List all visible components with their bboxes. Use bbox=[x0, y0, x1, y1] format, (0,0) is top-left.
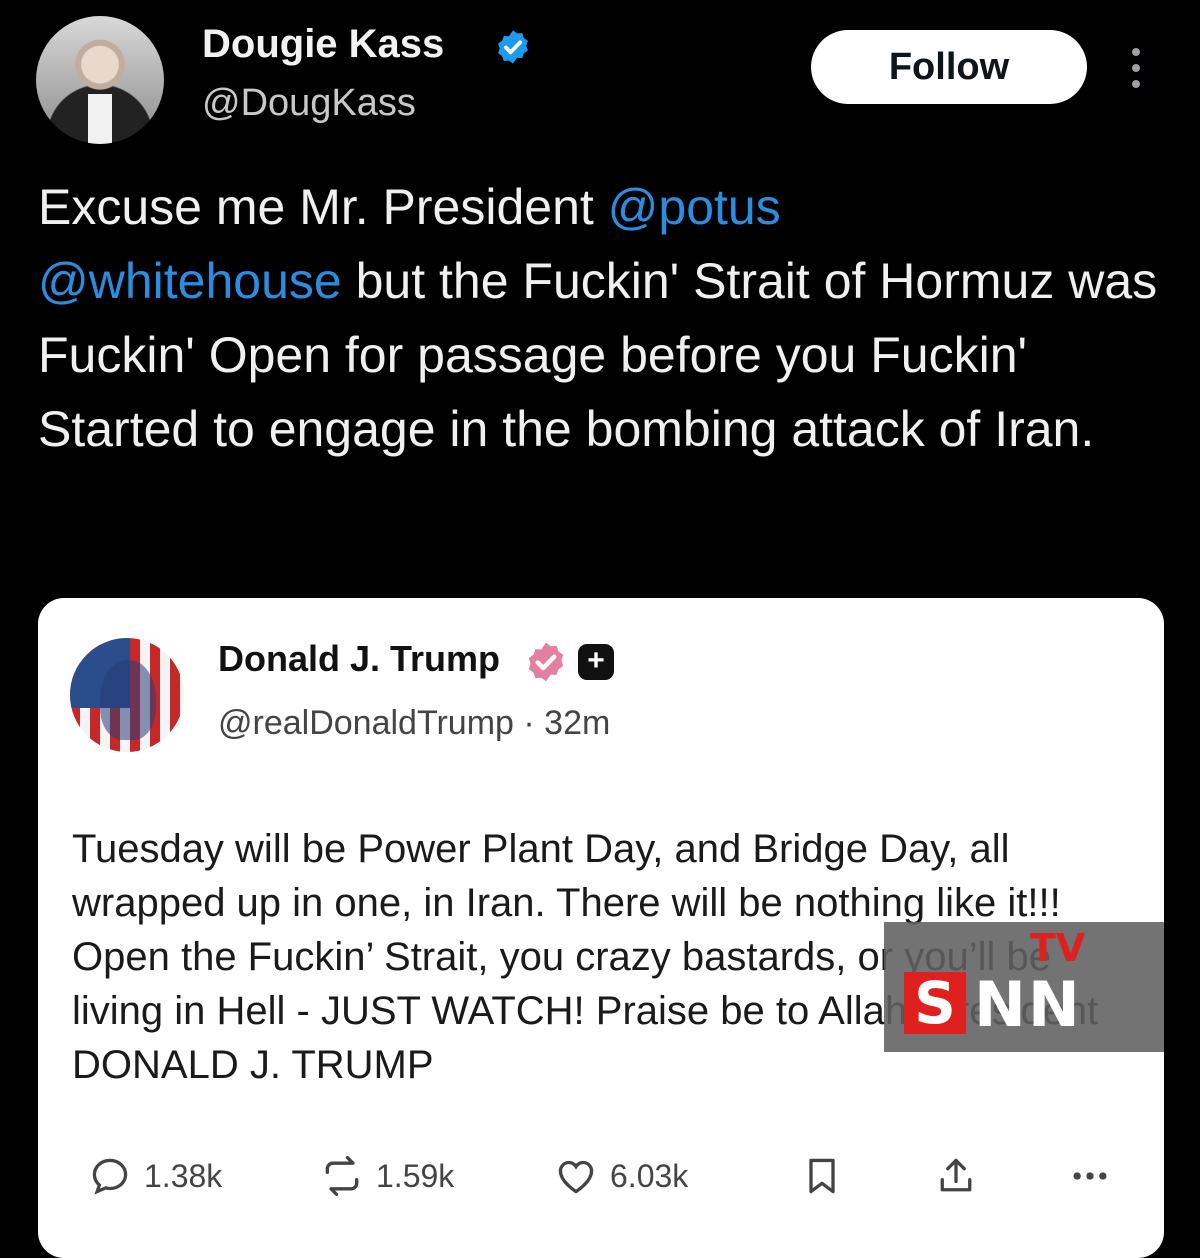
follow-button[interactable]: Follow bbox=[811, 30, 1087, 104]
reply-icon bbox=[92, 1158, 128, 1195]
tweet-text: Excuse me Mr. President @potus @whitehous… bbox=[38, 170, 1168, 466]
quote-meta: @realDonaldTrump · 32m bbox=[218, 704, 610, 743]
author-handle[interactable]: @DougKass bbox=[202, 82, 416, 125]
post-time[interactable]: 32m bbox=[544, 704, 610, 742]
watermark-nn: NN bbox=[974, 968, 1082, 1041]
snn-tv-watermark-logo: TV S NN bbox=[884, 922, 1164, 1052]
like-count: 6.03k bbox=[610, 1157, 689, 1194]
action-bar: 1.38k 1.59k 6.03k bbox=[88, 1154, 1128, 1214]
verified-badge-icon bbox=[498, 30, 528, 64]
tweet-header: Dougie Kass @DougKass Follow bbox=[36, 16, 1166, 146]
reply-count: 1.38k bbox=[144, 1157, 223, 1194]
plus-badge-icon: + bbox=[578, 644, 614, 680]
avatar-shirt bbox=[88, 94, 112, 144]
like-icon bbox=[558, 1160, 594, 1194]
share-button[interactable] bbox=[934, 1154, 978, 1198]
quote-author-avatar[interactable] bbox=[70, 638, 184, 752]
meta-separator: · bbox=[523, 704, 535, 742]
quote-author-name[interactable]: Donald J. Trump bbox=[218, 638, 500, 680]
author-name[interactable]: Dougie Kass bbox=[202, 22, 444, 67]
more-horizontal-icon bbox=[1073, 1172, 1107, 1180]
tweet-text-part: Excuse me Mr. President bbox=[38, 179, 608, 235]
bookmark-button[interactable] bbox=[800, 1154, 844, 1198]
verified-badge-icon bbox=[528, 642, 564, 682]
repost-icon bbox=[325, 1156, 359, 1196]
more-vertical-icon[interactable] bbox=[1124, 44, 1148, 104]
watermark-tv: TV bbox=[1030, 926, 1086, 970]
watermark-s: S bbox=[904, 972, 966, 1034]
more-horizontal-button[interactable] bbox=[1068, 1154, 1112, 1198]
repost-count: 1.59k bbox=[376, 1157, 455, 1194]
mention-whitehouse[interactable]: @whitehouse bbox=[38, 253, 342, 309]
reply-button[interactable]: 1.38k bbox=[88, 1154, 222, 1198]
repost-button[interactable]: 1.59k bbox=[320, 1154, 454, 1198]
share-icon bbox=[940, 1158, 972, 1192]
avatar-face bbox=[100, 660, 156, 740]
author-avatar[interactable] bbox=[36, 16, 164, 144]
quote-author-handle[interactable]: @realDonaldTrump bbox=[218, 704, 514, 742]
mention-potus[interactable]: @potus bbox=[608, 179, 781, 235]
like-button[interactable]: 6.03k bbox=[554, 1154, 688, 1198]
bookmark-icon bbox=[809, 1158, 835, 1194]
